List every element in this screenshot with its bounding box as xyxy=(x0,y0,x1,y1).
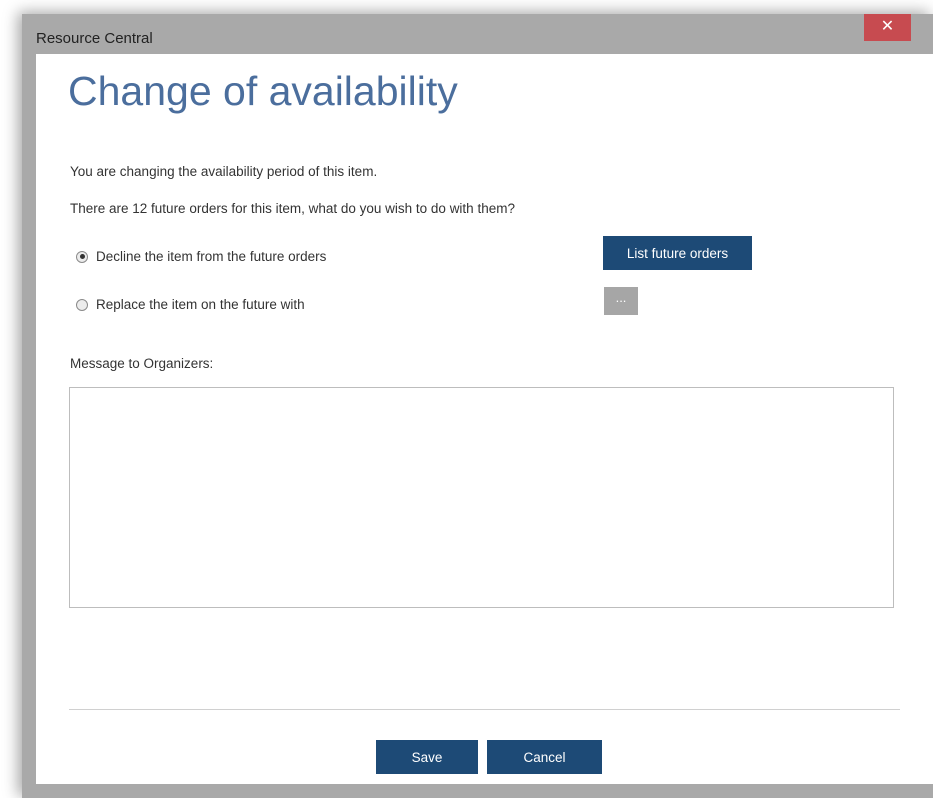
title-bar: Resource Central ✕ xyxy=(22,14,933,54)
message-label: Message to Organizers: xyxy=(70,356,214,371)
dialog-content: Change of availability You are changing … xyxy=(36,54,933,784)
ellipsis-icon: ... xyxy=(615,290,627,305)
divider xyxy=(69,709,900,710)
message-input[interactable] xyxy=(69,387,894,608)
browse-replacement-button[interactable]: ... xyxy=(604,287,638,315)
page-title: Change of availability xyxy=(68,68,458,114)
close-button[interactable]: ✕ xyxy=(864,14,911,41)
window-title: Resource Central xyxy=(36,30,153,47)
intro-text: You are changing the availability period… xyxy=(70,164,378,179)
save-button[interactable]: Save xyxy=(376,740,478,774)
list-future-orders-button[interactable]: List future orders xyxy=(603,236,752,270)
question-text: There are 12 future orders for this item… xyxy=(70,201,515,216)
close-icon: ✕ xyxy=(880,18,895,35)
option-replace-label: Replace the item on the future with xyxy=(96,297,305,312)
radio-replace[interactable] xyxy=(76,298,88,311)
dialog-window: Resource Central ✕ Change of availabilit… xyxy=(22,14,933,798)
option-decline[interactable]: Decline the item from the future orders xyxy=(76,249,326,264)
option-replace[interactable]: Replace the item on the future with xyxy=(76,297,305,312)
radio-decline[interactable] xyxy=(76,250,88,263)
cancel-button[interactable]: Cancel xyxy=(487,740,602,774)
option-decline-label: Decline the item from the future orders xyxy=(96,249,327,264)
